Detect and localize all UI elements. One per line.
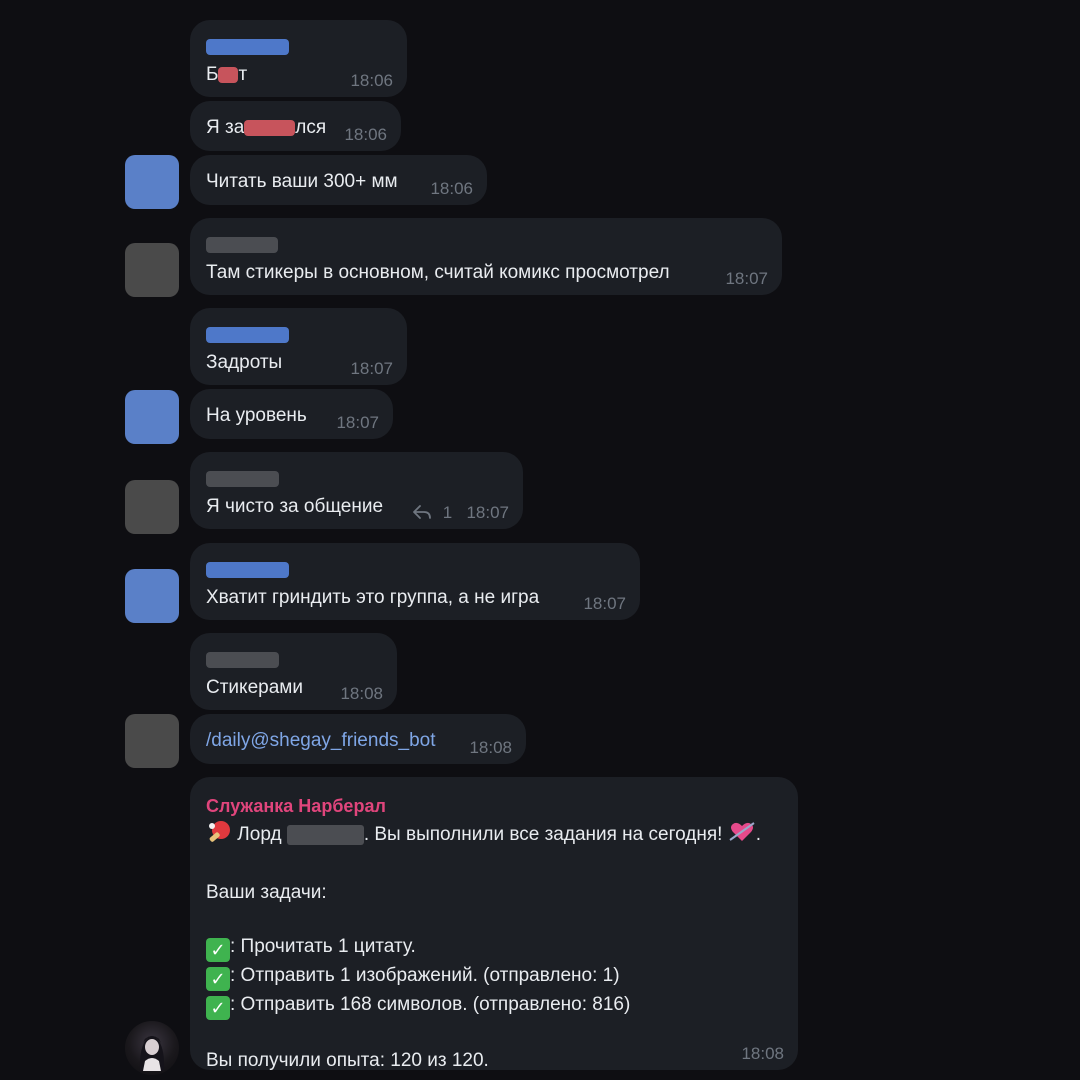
sender-name-redacted[interactable] [206,237,278,253]
message-text: Я чисто за общение [206,496,384,517]
message-bubble[interactable]: Там стикеры в основном, считай комикс пр… [190,218,782,295]
sender-name-redacted[interactable] [206,652,279,668]
message-time: 18:08 [741,1044,784,1063]
message-time: 18:08 [469,738,512,757]
chat-history: Бт 18:06 Я за лся 18:06 Читать ваши 300+ … [0,0,1080,1080]
bot-sender-name[interactable]: Служанка Нарберал [206,793,761,820]
user-avatar[interactable] [125,155,179,209]
bot-line-greeting: Лорд . Вы выполнили все задания на сегод… [206,820,761,852]
redacted-text [218,66,239,83]
message-text: Читать ваши 300+ мм [206,171,398,192]
bot-message-body: Служанка Нарберал Лорд . Вы выполнили вс… [206,793,761,1074]
reply-arrow-icon [413,505,431,519]
sender-name-redacted[interactable] [206,327,289,343]
user-avatar[interactable] [125,714,179,768]
message-text: Там стикеры в основном, считай комикс пр… [206,262,670,283]
message-time: 18:06 [430,179,473,198]
message-text: Задроты [206,352,283,373]
message-bubble[interactable]: Читать ваши 300+ мм 18:06 [190,155,487,205]
xp-line: Вы получили опыта: 120 из 120. [206,1050,489,1071]
sender-name-redacted[interactable] [206,471,279,487]
user-avatar[interactable] [125,390,179,444]
message-bubble[interactable]: Стикерами 18:08 [190,633,397,710]
message-text: На уровень [206,405,307,426]
message-time: 18:07 [336,413,379,432]
task-item: ✓: Прочитать 1 цитату. [206,933,761,962]
message-time: 18:06 [344,125,387,144]
message-bubble[interactable]: /daily@shegay_friends_bot 18:08 [190,714,526,764]
replies-count: 1 [442,503,453,522]
check-mark-icon: ✓ [206,938,230,962]
message-time: 18:07 [583,594,626,613]
redacted-text [244,119,296,136]
message-bubble[interactable]: Я чисто за общение 1 18:07 [190,452,523,529]
message-bubble[interactable]: Хватит гриндить это группа, а не игра 18… [190,543,640,620]
message-text: Хватит гриндить это группа, а не игра [206,587,540,608]
message-bubble[interactable]: Бт 18:06 [190,20,407,97]
message-text: Стикерами [206,677,303,698]
bot-message-bubble[interactable]: Служанка Нарберал Лорд . Вы выполнили вс… [190,777,798,1071]
message-bubble[interactable]: На уровень 18:07 [190,389,393,439]
heart-arrow-icon [728,820,756,852]
message-time: 18:06 [350,71,393,90]
check-mark-icon: ✓ [206,967,230,991]
sender-name-redacted[interactable] [206,39,289,55]
message-time: 18:07 [466,503,509,522]
tasks-title: Ваши задачи: [206,882,327,903]
message-time: 18:07 [725,269,768,288]
message-bubble[interactable]: Задроты 18:07 [190,308,407,385]
user-avatar[interactable] [125,480,179,534]
bot-command-link[interactable]: /daily@shegay_friends_bot [206,730,435,752]
message-time: 18:08 [340,684,383,703]
user-avatar[interactable] [125,243,179,297]
sender-name-redacted[interactable] [206,562,289,578]
redacted-text [286,824,364,845]
check-mark-icon: ✓ [206,996,230,1020]
bot-avatar[interactable] [125,1021,179,1075]
task-item: ✓: Отправить 168 символов. (отправлено: … [206,991,761,1020]
ping-pong-icon [206,820,232,852]
message-time: 18:07 [350,359,393,378]
task-item: ✓: Отправить 1 изображений. (отправлено:… [206,962,761,991]
user-avatar[interactable] [125,569,179,623]
replies-counter[interactable]: 1 [412,503,452,523]
message-bubble[interactable]: Я за лся 18:06 [190,101,401,151]
message-text: Бт [206,64,248,85]
message-text: Я за лся [206,117,327,138]
